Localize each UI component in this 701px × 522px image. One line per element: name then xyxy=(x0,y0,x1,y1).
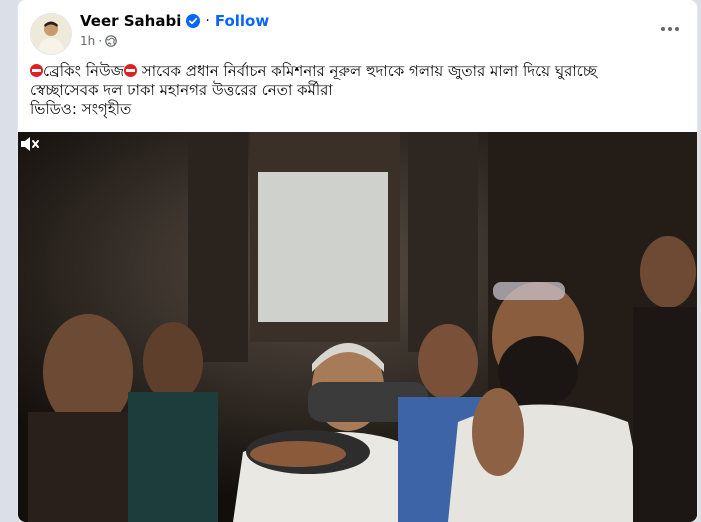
verified-badge-icon xyxy=(186,14,201,28)
post-line-1-text: সাবেক প্রধান নির্বাচন কমিশনার নূরুল হুদা… xyxy=(137,62,597,80)
follow-button[interactable]: Follow xyxy=(215,12,269,30)
author-avatar[interactable] xyxy=(30,13,72,55)
no-entry-emoji-icon xyxy=(124,64,138,77)
video-frame xyxy=(18,132,697,522)
post-video[interactable] xyxy=(18,132,697,522)
more-options-icon[interactable] xyxy=(657,16,683,42)
no-entry-emoji-icon xyxy=(30,64,43,77)
post-header: Veer Sahabi · Follow 1h · xyxy=(18,0,697,56)
volume-muted-icon[interactable] xyxy=(18,132,42,156)
meta-separator: · xyxy=(98,34,103,48)
post-line-1: ব্রেকিং নিউজ সাবেক প্রধান নির্বাচন কমিশন… xyxy=(30,62,685,81)
post-line-2: স্বেচ্ছাসেবক দল ঢাকা মহানগর উত্তরের নেতা… xyxy=(30,81,333,99)
author-name[interactable]: Veer Sahabi xyxy=(80,12,181,30)
post-message: ব্রেকিং নিউজ সাবেক প্রধান নির্বাচন কমিশন… xyxy=(30,62,685,119)
post-card: Veer Sahabi · Follow 1h · ব্রেকিং নিউজ স… xyxy=(18,0,697,522)
name-separator: · xyxy=(205,13,210,29)
globe-icon[interactable] xyxy=(105,35,117,47)
post-timestamp[interactable]: 1h xyxy=(80,34,95,48)
post-line-3: ভিডিও: সংগৃহীত xyxy=(30,100,132,118)
breaking-news-label: ব্রেকিং নিউজ xyxy=(43,62,125,80)
